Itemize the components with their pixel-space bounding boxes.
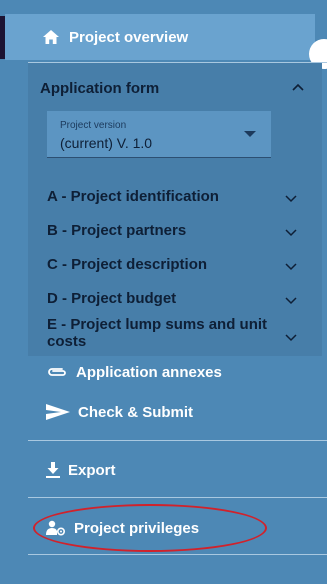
- section-e-lump-sums-unit-costs[interactable]: E - Project lump sums and unit costs: [47, 316, 297, 350]
- send-icon: [46, 404, 70, 420]
- divider: [28, 440, 327, 441]
- chevron-up-icon[interactable]: [291, 82, 305, 92]
- chevron-down-icon[interactable]: [285, 195, 297, 203]
- section-label: C - Project description: [47, 256, 208, 273]
- divider: [28, 497, 327, 498]
- chevron-down-icon[interactable]: [285, 334, 297, 342]
- nav-project-overview[interactable]: Project overview: [5, 14, 315, 60]
- divider: [28, 554, 327, 555]
- nav-export-label: Export: [68, 461, 116, 479]
- project-version-value: (current) V. 1.0: [60, 135, 153, 151]
- chevron-down-icon[interactable]: [285, 263, 297, 271]
- nav-check-submit-label: Check & Submit: [78, 403, 194, 421]
- section-label: D - Project budget: [47, 290, 177, 307]
- nav-application-annexes-label: Application annexes: [76, 363, 222, 381]
- project-sidebar: Project overview Application form Projec…: [0, 0, 327, 584]
- section-label: A - Project identification: [47, 188, 219, 205]
- application-form-panel: [28, 63, 322, 356]
- nav-project-overview-label: Project overview: [69, 28, 189, 46]
- chevron-down-icon[interactable]: [285, 297, 297, 305]
- nav-application-form[interactable]: Application form: [40, 76, 310, 100]
- nav-export[interactable]: Export: [46, 458, 116, 482]
- dropdown-caret-icon: [244, 131, 256, 137]
- section-label: B - Project partners: [47, 222, 187, 239]
- section-c-project-description[interactable]: C - Project description: [47, 256, 297, 273]
- project-version-select[interactable]: Project version (current) V. 1.0: [47, 111, 271, 158]
- download-icon: [46, 462, 60, 478]
- nav-check-submit[interactable]: Check & Submit: [46, 400, 193, 424]
- home-icon: [43, 30, 59, 44]
- chevron-down-icon[interactable]: [285, 229, 297, 237]
- nav-application-annexes[interactable]: Application annexes: [46, 360, 222, 384]
- attachment-icon: [46, 366, 68, 378]
- annotation-highlight-circle: [33, 504, 267, 552]
- section-label: E - Project lump sums and unit costs: [47, 316, 268, 350]
- section-a-project-identification[interactable]: A - Project identification: [47, 188, 297, 205]
- section-b-project-partners[interactable]: B - Project partners: [47, 222, 297, 239]
- project-version-label: Project version: [60, 120, 127, 131]
- nav-application-form-label: Application form: [40, 79, 160, 97]
- section-d-project-budget[interactable]: D - Project budget: [47, 290, 297, 307]
